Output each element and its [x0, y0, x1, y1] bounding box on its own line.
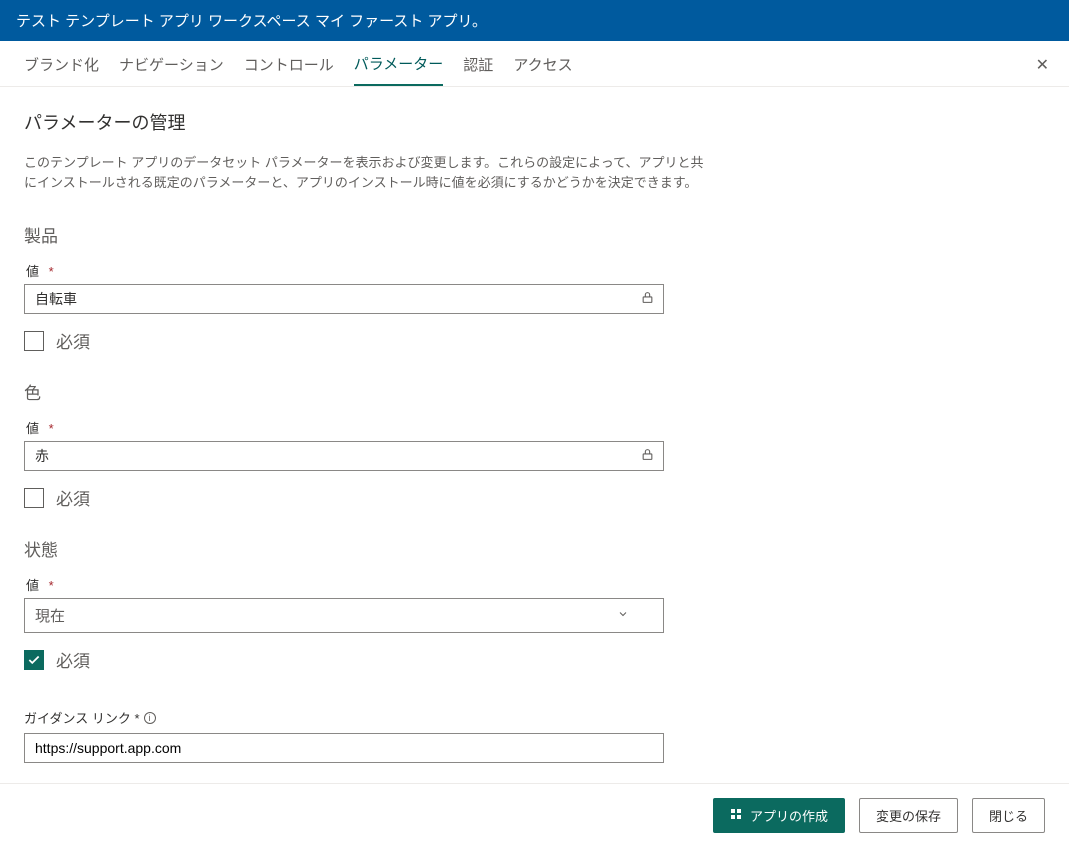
chevron-down-icon	[617, 607, 629, 624]
page-description: このテンプレート アプリのデータセット パラメーターを表示および変更します。これ…	[24, 153, 704, 192]
close-icon[interactable]: ✕	[1036, 55, 1049, 75]
tabs: ブランド化 ナビゲーション コントロール パラメーター 認証 アクセス ✕	[0, 41, 1069, 87]
required-checkbox[interactable]	[24, 650, 44, 670]
color-value-input[interactable]	[24, 441, 664, 471]
required-label: 必須	[56, 647, 90, 672]
tab-branding[interactable]: ブランド化	[24, 54, 99, 85]
required-checkbox[interactable]	[24, 331, 44, 351]
tab-auth[interactable]: 認証	[463, 54, 493, 85]
select-value: 現在	[35, 605, 65, 626]
tab-control[interactable]: コントロール	[244, 54, 334, 85]
param-name: 色	[24, 379, 1045, 404]
input-wrap	[24, 441, 664, 471]
value-label: 値 *	[26, 261, 1045, 280]
guidance-label: ガイダンス リンク * i	[24, 708, 1045, 727]
param-block-product: 製品 値 * 必須	[24, 222, 1045, 353]
input-wrap	[24, 284, 664, 314]
guidance-link-input[interactable]	[24, 733, 664, 763]
product-value-input[interactable]	[24, 284, 664, 314]
required-row: 必須	[24, 328, 1045, 353]
value-label-text: 値	[26, 421, 39, 436]
required-star: *	[49, 578, 54, 593]
tab-parameters[interactable]: パラメーター	[354, 53, 444, 86]
param-block-color: 色 値 * 必須	[24, 379, 1045, 510]
create-app-label: アプリの作成	[750, 806, 828, 825]
lock-icon	[641, 448, 654, 464]
lock-icon	[641, 291, 654, 307]
tab-navigation[interactable]: ナビゲーション	[119, 54, 224, 85]
page-title: パラメーターの管理	[24, 109, 1045, 135]
footer: アプリの作成 変更の保存 閉じる	[0, 783, 1069, 847]
content: パラメーターの管理 このテンプレート アプリのデータセット パラメーターを表示お…	[0, 87, 1069, 783]
value-label-text: 値	[26, 578, 39, 593]
header-bar: テスト テンプレート アプリ ワークスペース マイ ファースト アプリ。	[0, 0, 1069, 41]
required-label: 必須	[56, 485, 90, 510]
required-star: *	[49, 264, 54, 279]
header-title: テスト テンプレート アプリ ワークスペース マイ ファースト アプリ。	[16, 13, 487, 30]
param-block-status: 状態 値 * 現在 必須	[24, 536, 1045, 672]
param-name: 状態	[24, 536, 1045, 561]
value-label: 値 *	[26, 575, 1045, 594]
required-star: *	[49, 421, 54, 436]
status-value-select[interactable]: 現在	[24, 598, 664, 633]
required-label: 必須	[56, 328, 90, 353]
value-label: 値 *	[26, 418, 1045, 437]
tab-access[interactable]: アクセス	[513, 54, 572, 85]
value-label-text: 値	[26, 264, 39, 279]
guidance-section: ガイダンス リンク * i	[24, 708, 1045, 763]
required-checkbox[interactable]	[24, 488, 44, 508]
required-row: 必須	[24, 647, 1045, 672]
app-icon	[730, 808, 742, 823]
guidance-label-text: ガイダンス リンク *	[24, 708, 140, 727]
select-wrap: 現在	[24, 598, 664, 633]
info-icon[interactable]: i	[144, 712, 156, 724]
required-row: 必須	[24, 485, 1045, 510]
param-name: 製品	[24, 222, 1045, 247]
